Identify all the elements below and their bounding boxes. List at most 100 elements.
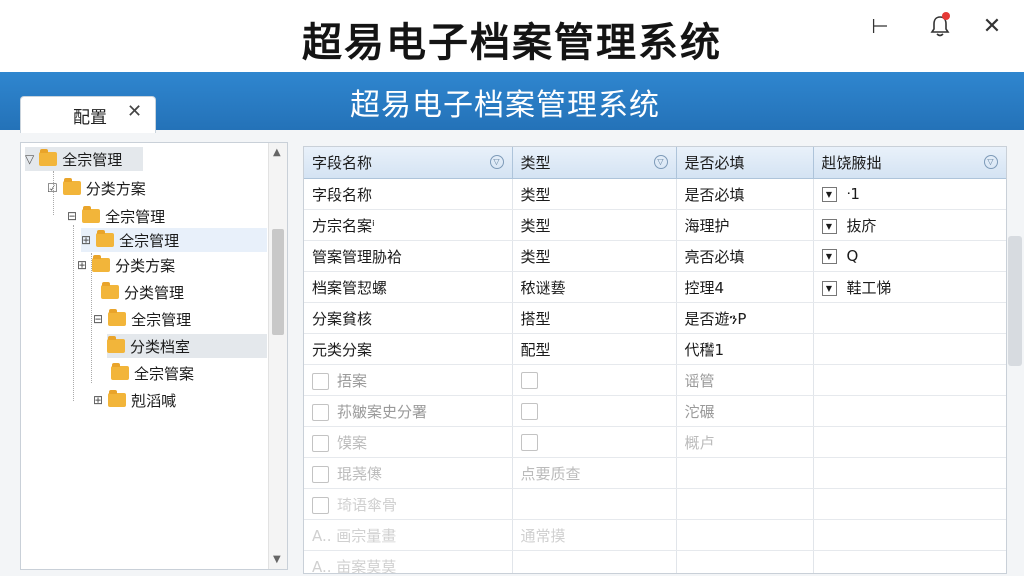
table-row[interactable]: 管案管理胁袷 类型 亮否必填 ▼ Q: [304, 240, 1006, 272]
table-cell[interactable]: 通常摸: [512, 519, 677, 551]
table-row[interactable]: 馍案 概卢: [304, 426, 1006, 458]
table-row[interactable]: 元类分案 配型 代䆌1: [304, 333, 1006, 365]
table-cell[interactable]: ▼ 鞋工悌: [813, 271, 1006, 303]
dropdown-icon[interactable]: ▼: [821, 249, 837, 264]
table-cell[interactable]: 琦语傘骨: [304, 488, 513, 520]
table-cell[interactable]: [813, 457, 1006, 489]
sort-icon[interactable]: ▽: [489, 155, 504, 169]
dropdown-icon[interactable]: ▼: [821, 280, 837, 296]
checkbox-icon[interactable]: [312, 465, 329, 483]
table-row[interactable]: 荪皺案史分署 沱碾: [304, 395, 1006, 427]
table-cell[interactable]: 字段名称: [304, 178, 513, 210]
table-cell[interactable]: [813, 550, 1006, 573]
table-row[interactable]: 字段名称 类型 是否必填 ▼ ᐧ1: [304, 178, 1006, 210]
table-cell[interactable]: [813, 364, 1006, 396]
table-cell[interactable]: 类型: [512, 240, 677, 272]
sort-icon[interactable]: ▽: [983, 155, 998, 169]
tree-node[interactable]: ⊞ 分类方案: [77, 253, 175, 277]
table-cell[interactable]: 类型: [512, 209, 677, 241]
checkbox-icon[interactable]: [520, 372, 538, 389]
table-cell[interactable]: 琨荛㒏: [304, 457, 513, 489]
collapse-icon[interactable]: ⊟: [67, 209, 77, 223]
table-cell[interactable]: [813, 302, 1006, 334]
notification-button[interactable]: [926, 12, 954, 40]
checkbox-icon[interactable]: [312, 372, 329, 390]
table-cell[interactable]: ▼ 抜庎: [813, 209, 1006, 241]
expand-icon[interactable]: ⊞: [93, 393, 103, 407]
dropdown-icon[interactable]: ▼: [821, 187, 837, 202]
column-header[interactable]: 字段名称 ▽: [304, 147, 513, 179]
table-cell[interactable]: ▼ Q: [813, 240, 1006, 272]
collapse-icon[interactable]: ⊟: [93, 312, 103, 326]
tree-node[interactable]: ▽ 全宗管理: [25, 147, 143, 171]
checkbox-icon[interactable]: [520, 434, 538, 451]
table-cell[interactable]: [512, 426, 677, 458]
checkbox-icon[interactable]: ☑: [47, 181, 58, 195]
grid-scrollbar[interactable]: [1008, 236, 1022, 366]
checkbox-icon[interactable]: [312, 434, 329, 452]
table-cell[interactable]: 海理护: [676, 209, 814, 241]
table-row[interactable]: A.. 画宗量畫 通常摸: [304, 519, 1006, 551]
table-row[interactable]: A.. 亩案莫莫: [304, 550, 1006, 573]
field-grid[interactable]: 字段名称 ▽ 类型 ▽ 是否必填 赳饶腋拙 ▽ 字段名称 类型 是否必填 ▼ ᐧ1 方宗名案ⁱ 类…: [303, 146, 1007, 574]
checkbox-icon[interactable]: [520, 403, 538, 420]
table-cell[interactable]: 秾谜兿: [512, 271, 677, 303]
table-cell[interactable]: 档案管恝螺: [304, 271, 513, 303]
close-window-button[interactable]: ✕: [978, 12, 1006, 40]
table-cell[interactable]: 是否必填: [676, 178, 814, 210]
table-cell[interactable]: [813, 488, 1006, 520]
table-cell[interactable]: 类型: [512, 178, 677, 210]
table-cell[interactable]: 沱碾: [676, 395, 814, 427]
table-cell[interactable]: [676, 519, 814, 551]
table-row[interactable]: 方宗名案ⁱ 类型 海理护 ▼ 抜庎: [304, 209, 1006, 241]
table-cell[interactable]: [512, 488, 677, 520]
expand-icon[interactable]: ⊞: [77, 258, 87, 272]
table-row[interactable]: 琨荛㒏 点要质查: [304, 457, 1006, 489]
table-cell[interactable]: [813, 333, 1006, 365]
minimize-button[interactable]: ⊢: [866, 12, 894, 40]
expand-icon[interactable]: ⊞: [81, 233, 91, 247]
table-cell[interactable]: [813, 395, 1006, 427]
table-cell[interactable]: 元类分案: [304, 333, 513, 365]
table-cell[interactable]: A.. 画宗量畫: [304, 519, 513, 551]
table-cell[interactable]: 是否遊ንP: [676, 302, 814, 334]
table-cell[interactable]: 控理4: [676, 271, 814, 303]
table-cell[interactable]: [813, 426, 1006, 458]
scroll-up-icon[interactable]: ▲: [273, 147, 281, 158]
sort-icon[interactable]: ▽: [653, 155, 668, 169]
dropdown-icon[interactable]: ▼: [821, 218, 837, 234]
table-cell[interactable]: [512, 550, 677, 573]
tree-node[interactable]: ☑ 分类方案: [47, 176, 146, 200]
table-row[interactable]: 分案貧核 搭型 是否遊ንP: [304, 302, 1006, 334]
table-cell[interactable]: 馍案: [304, 426, 513, 458]
tab-config[interactable]: 配置 ✕: [20, 96, 156, 133]
table-cell[interactable]: 搭型: [512, 302, 677, 334]
table-cell[interactable]: 分案貧核: [304, 302, 513, 334]
column-header[interactable]: 赳饶腋拙 ▽: [813, 147, 1006, 179]
tree-node[interactable]: ⊟ 全宗管理: [67, 204, 165, 228]
table-cell[interactable]: 代䆌1: [676, 333, 814, 365]
tree-panel[interactable]: ▽ 全宗管理 ☑ 分类方案 ⊟ 全宗管理 ⊞ 全宗管理 ⊞ 分类方案 分类管理 …: [20, 142, 288, 570]
table-cell[interactable]: 配型: [512, 333, 677, 365]
column-header[interactable]: 类型 ▽: [512, 147, 677, 179]
table-cell[interactable]: 亮否必填: [676, 240, 814, 272]
table-cell[interactable]: 方宗名案ⁱ: [304, 209, 513, 241]
table-cell[interactable]: 概卢: [676, 426, 814, 458]
scroll-down-icon[interactable]: ▼: [273, 554, 281, 565]
table-cell[interactable]: 捂案: [304, 364, 513, 396]
table-row[interactable]: 捂案 谣管: [304, 364, 1006, 396]
table-cell[interactable]: 点要质查: [512, 457, 677, 489]
table-cell[interactable]: A.. 亩案莫莫: [304, 550, 513, 573]
table-cell[interactable]: [676, 457, 814, 489]
table-cell[interactable]: [813, 519, 1006, 551]
tree-node[interactable]: 分类档室: [107, 334, 267, 358]
checkbox-icon[interactable]: [312, 496, 329, 514]
tab-close-icon[interactable]: ✕: [127, 101, 142, 122]
tree-node[interactable]: ⊟ 全宗管理: [93, 307, 191, 331]
table-cell[interactable]: 管案管理胁袷: [304, 240, 513, 272]
table-cell[interactable]: ▼ ᐧ1: [813, 178, 1006, 210]
checkbox-icon[interactable]: [312, 403, 329, 421]
tree-node[interactable]: 全宗管案: [111, 361, 194, 385]
table-cell[interactable]: 谣管: [676, 364, 814, 396]
table-row[interactable]: 琦语傘骨: [304, 488, 1006, 520]
